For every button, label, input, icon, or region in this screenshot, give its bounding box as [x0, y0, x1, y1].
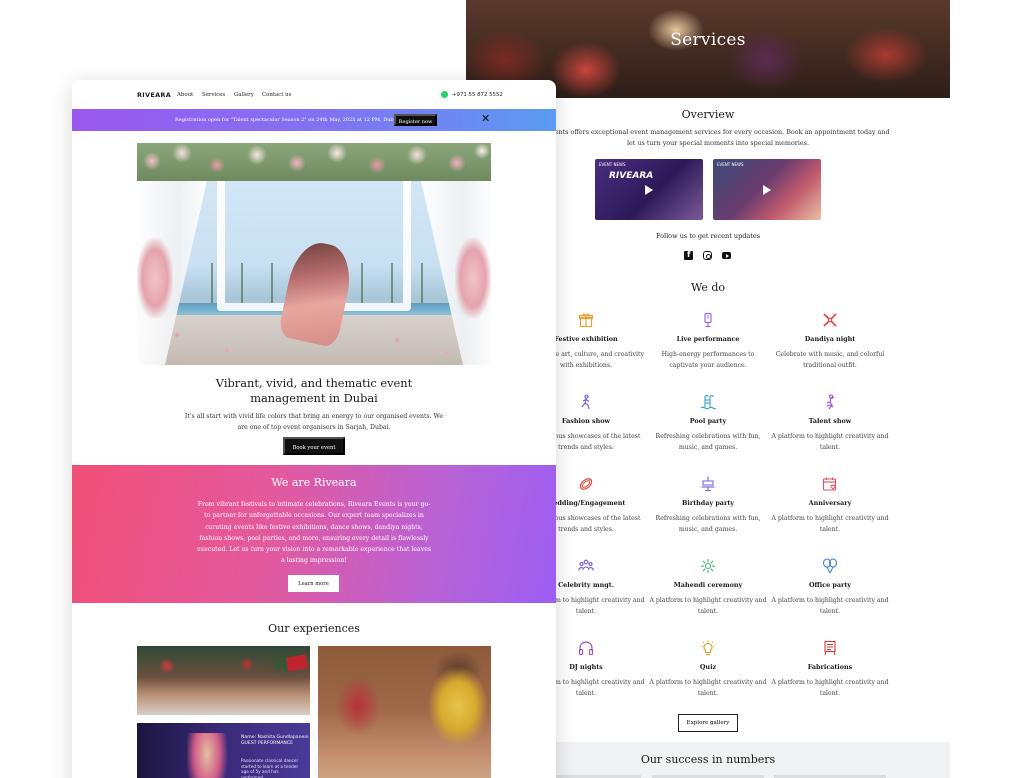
people-group-icon — [578, 559, 594, 571]
service-desc: A platform to highlight creativity and t… — [771, 679, 889, 697]
instagram-icon[interactable] — [703, 251, 712, 260]
video-tag: EVENT NEWS — [599, 162, 626, 167]
youtube-icon[interactable] — [722, 252, 731, 259]
service-title: Dandiya night — [804, 335, 856, 343]
nav-link-about[interactable]: About — [177, 92, 193, 98]
whatsapp-icon[interactable] — [441, 91, 448, 98]
service-desc: A platform to highlight creativity and t… — [771, 433, 889, 451]
experience-photo-exhibition[interactable] — [137, 646, 310, 715]
phone-number[interactable]: +971 55 872 5552 — [452, 92, 503, 98]
nav-link-contact[interactable]: Contact us — [262, 92, 291, 98]
video-thumbnail-1[interactable]: EVENT NEWS RIVEARA — [595, 159, 703, 220]
service-title: Office party — [808, 581, 852, 589]
banner-stand-icon — [824, 640, 836, 656]
nav-link-gallery[interactable]: Gallery — [234, 92, 254, 98]
service-title: Fabrications — [807, 663, 853, 671]
service-title: Birthday party — [682, 499, 734, 507]
dancer-icon — [826, 394, 835, 410]
announcement-banner: Registration open for "Talent spectacula… — [72, 109, 556, 131]
top-nav: RIVEARA About Services Gallery Contact u… — [72, 80, 556, 109]
facebook-icon[interactable] — [684, 250, 693, 260]
experience-photo-performance[interactable]: Name: Nashita Gundlapaneni GUEST PERFORM… — [137, 723, 310, 778]
hero-wedding-image — [137, 143, 491, 365]
service-desc: Refreshing celebrations with fun, music,… — [655, 433, 761, 451]
book-event-button[interactable]: Book your event — [283, 437, 345, 455]
overview-text: Events offers exceptional event manageme… — [546, 128, 890, 147]
services-hero-title: Services — [670, 30, 746, 50]
service-title: Pool party — [689, 417, 727, 425]
floral-canopy — [137, 143, 491, 181]
service-title: Live performance — [676, 335, 740, 343]
gift-icon — [578, 313, 594, 328]
performer-role: GUEST PERFORMANCE — [241, 741, 293, 746]
about-heading: We are Riveara — [271, 476, 357, 489]
flower-arrangement-left — [137, 238, 173, 318]
performer-note: Passionate classical dancer started to l… — [241, 758, 299, 778]
runway-model-icon — [581, 394, 590, 410]
experience-photo-stall[interactable] — [318, 646, 491, 778]
service-desc: High-energy performances to captivate yo… — [661, 351, 755, 369]
learn-more-button[interactable]: Learn more — [288, 575, 339, 592]
service-desc: Refreshing celebrations with fun, music,… — [655, 515, 761, 533]
service-desc: A platform to highlight creativity and t… — [771, 597, 889, 615]
dandiya-sticks-icon — [823, 313, 837, 327]
banner-text: Registration open for "Talent spectacula… — [175, 117, 399, 123]
register-now-button[interactable]: Register now — [394, 114, 437, 126]
play-icon[interactable] — [645, 185, 653, 195]
explore-gallery-button[interactable]: Explore gallery — [678, 714, 738, 732]
pool-ladder-icon — [700, 395, 716, 410]
balloons-icon — [822, 558, 838, 574]
flower-arrangement-right — [455, 238, 491, 318]
home-page: RIVEARA About Services Gallery Contact u… — [72, 80, 556, 778]
play-icon[interactable] — [763, 185, 771, 195]
calendar-heart-icon — [822, 477, 837, 491]
hero-text: It's all start with vivid life colors th… — [184, 413, 444, 431]
performer-name: Name: Nashita Gundlapaneni — [241, 735, 309, 740]
close-icon[interactable]: ✕ — [481, 113, 490, 125]
service-title: Mahendi ceremony — [673, 581, 743, 589]
about-text: From vibrant festivals to intimate celeb… — [196, 501, 432, 565]
service-desc: Celebrate with music, and colorful tradi… — [775, 351, 885, 369]
service-title: Anniversary — [808, 499, 852, 507]
logo[interactable]: RIVEARA — [137, 91, 171, 99]
video-thumbnail-2[interactable]: EVENT NEWS — [713, 159, 821, 220]
video-tag: EVENT NEWS — [717, 162, 744, 167]
lightbulb-icon — [701, 640, 715, 656]
headphones-icon — [578, 641, 594, 656]
hero-title: Vibrant, vivid, and thematic event manag… — [215, 376, 413, 405]
about-section: We are Riveara From vibrant festivals to… — [72, 465, 556, 603]
rings-icon — [579, 478, 593, 490]
experiences-heading: Our experiences — [268, 622, 360, 635]
dancer — [187, 733, 227, 778]
microphone-icon — [704, 312, 712, 328]
service-desc: A platform to highlight creativity and t… — [771, 515, 889, 533]
service-title: Quiz — [699, 663, 717, 671]
sale-sign — [285, 654, 309, 672]
video-brand-text: RIVEARA — [609, 171, 654, 181]
service-desc: A platform to highlight creativity and t… — [649, 679, 767, 697]
nav-link-services[interactable]: Services — [202, 92, 225, 98]
birthday-cake-icon — [701, 476, 715, 492]
service-desc: A platform to highlight creativity and t… — [649, 597, 767, 615]
mehndi-pattern-icon — [701, 559, 715, 573]
service-title: Talent show — [808, 417, 852, 425]
